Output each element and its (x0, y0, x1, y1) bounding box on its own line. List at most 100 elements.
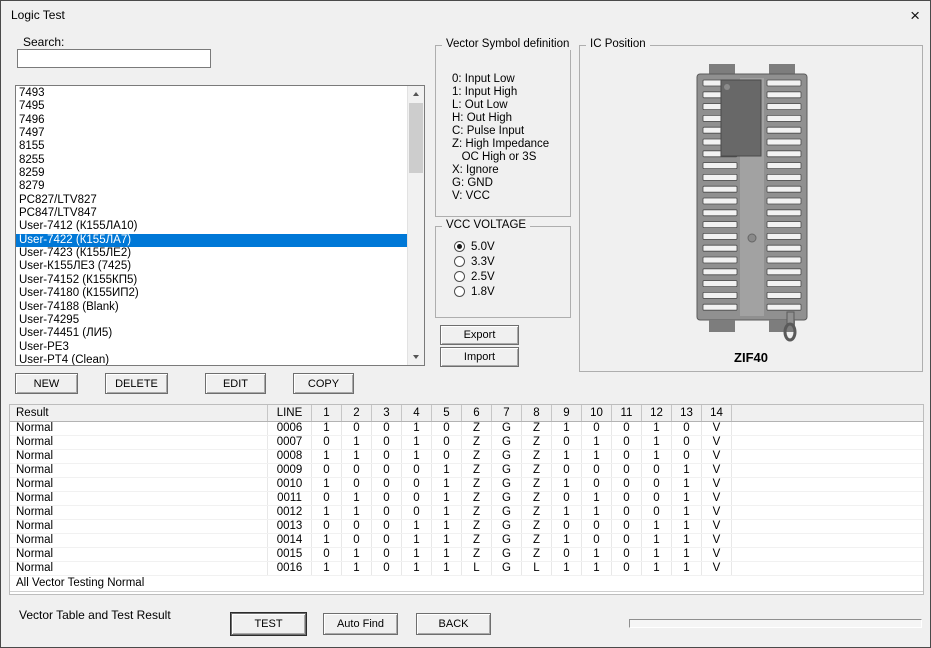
export-button[interactable]: Export (440, 325, 519, 345)
delete-button[interactable]: DELETE (105, 373, 168, 394)
table-row[interactable]: Normal000900001ZGZ00001V (10, 464, 923, 478)
import-button[interactable]: Import (440, 347, 519, 367)
list-item[interactable]: User-74188 (Blank) (16, 301, 408, 314)
pin-cell: Z (462, 436, 492, 449)
pin-cell: 1 (312, 506, 342, 519)
table-row[interactable]: Normal000811010ZGZ11010V (10, 450, 923, 464)
table-header-cell[interactable]: Result (10, 405, 268, 421)
table-header-cell[interactable]: 2 (342, 405, 372, 421)
list-item[interactable]: User-74152 (К155КП5) (16, 274, 408, 287)
table-header-cell[interactable]: 3 (372, 405, 402, 421)
pin-cell: Z (522, 464, 552, 477)
table-row[interactable]: Normal000610010ZGZ10010V (10, 422, 923, 436)
table-header-cell[interactable]: 10 (582, 405, 612, 421)
list-item[interactable]: User-PE3 (16, 341, 408, 354)
pin-cell: 1 (672, 534, 702, 547)
pin-cell: 0 (312, 492, 342, 505)
table-row[interactable]: Normal001410011ZGZ10011V (10, 534, 923, 548)
pin-cell: 0 (312, 520, 342, 533)
table-row[interactable]: Normal001010001ZGZ10001V (10, 478, 923, 492)
vcc-option[interactable]: 1.8V (454, 284, 495, 299)
copy-button[interactable]: COPY (293, 373, 354, 394)
result-cell: Normal (10, 548, 268, 561)
list-item[interactable]: 8255 (16, 154, 408, 167)
table-header-cell[interactable]: 12 (642, 405, 672, 421)
table-header-cell[interactable]: 14 (702, 405, 732, 421)
table-header-cell[interactable]: 1 (312, 405, 342, 421)
progress-bar (629, 619, 922, 628)
search-label: Search: (23, 35, 64, 49)
list-item[interactable]: User-7422 (К155ЛА7) (16, 234, 408, 247)
scroll-down-icon[interactable] (408, 349, 424, 365)
list-item[interactable]: 7496 (16, 114, 408, 127)
list-item[interactable]: 8259 (16, 167, 408, 180)
table-row[interactable]: Normal001611011LGL11011V (10, 562, 923, 576)
pin-cell: 0 (372, 436, 402, 449)
test-button[interactable]: TEST (231, 613, 306, 635)
scrollbar-thumb[interactable] (409, 103, 423, 173)
pin-cell: 0 (372, 562, 402, 575)
table-row[interactable]: Normal000701010ZGZ01010V (10, 436, 923, 450)
table-row[interactable]: Normal001101001ZGZ01001V (10, 492, 923, 506)
table-header-cell[interactable]: 6 (462, 405, 492, 421)
pin-cell: 0 (372, 492, 402, 505)
auto-find-button[interactable]: Auto Find (323, 613, 398, 635)
pin-cell: 1 (342, 450, 372, 463)
table-row[interactable]: Normal001211001ZGZ11001V (10, 506, 923, 520)
table-row[interactable]: Normal001501011ZGZ01011V (10, 548, 923, 562)
list-item[interactable]: 8279 (16, 180, 408, 193)
pin-cell: Z (522, 520, 552, 533)
pin-cell: 0 (612, 506, 642, 519)
table-header-cell[interactable]: 13 (672, 405, 702, 421)
ic-position-title: IC Position (586, 38, 650, 50)
pin-cell: 0 (642, 464, 672, 477)
edit-button[interactable]: EDIT (205, 373, 266, 394)
table-header-cell[interactable]: 4 (402, 405, 432, 421)
list-scrollbar[interactable] (407, 86, 424, 365)
pin-cell: 1 (432, 478, 462, 491)
table-row[interactable]: Normal001300011ZGZ00011V (10, 520, 923, 534)
back-button[interactable]: BACK (416, 613, 491, 635)
table-header-cell[interactable]: 5 (432, 405, 462, 421)
list-item[interactable]: User-К155ЛЕ3 (7425) (16, 260, 408, 273)
list-item[interactable]: 7493 (16, 87, 408, 100)
close-icon[interactable]: × (892, 7, 920, 24)
list-item[interactable]: User-PT4 (Clean) (16, 354, 408, 365)
search-input[interactable] (17, 49, 211, 68)
ic-chip-graphic (721, 80, 761, 156)
pin-cell: 0 (582, 464, 612, 477)
pin-cell: 0 (402, 464, 432, 477)
table-header-cell[interactable]: LINE (268, 405, 312, 421)
chip-listbox[interactable]: 74937495749674978155825582598279PC827/LT… (15, 85, 425, 366)
table-header-cell[interactable]: 9 (552, 405, 582, 421)
vcc-option[interactable]: 3.3V (454, 254, 495, 269)
pin-cell: Z (462, 506, 492, 519)
vcc-option[interactable]: 5.0V (454, 239, 495, 254)
result-cell: Normal (10, 520, 268, 533)
pin-cell: V (702, 436, 732, 449)
new-button[interactable]: NEW (15, 373, 78, 394)
list-item[interactable]: 7497 (16, 127, 408, 140)
list-item[interactable]: User-74180 (К155ИП2) (16, 287, 408, 300)
pin-cell: L (522, 562, 552, 575)
list-item[interactable]: 7495 (16, 100, 408, 113)
result-cell: Normal (10, 464, 268, 477)
list-item[interactable]: User-7423 (К155ЛЕ2) (16, 247, 408, 260)
table-header-cell[interactable]: 8 (522, 405, 552, 421)
list-item[interactable]: PC827/LTV827 (16, 194, 408, 207)
table-header-cell[interactable]: 7 (492, 405, 522, 421)
pin-cell: V (702, 450, 732, 463)
list-item[interactable]: PC847/LTV847 (16, 207, 408, 220)
pin-cell: 0 (372, 450, 402, 463)
pin-cell: 0 (312, 548, 342, 561)
pin-cell: G (492, 520, 522, 533)
vcc-option[interactable]: 2.5V (454, 269, 495, 284)
list-item[interactable]: User-7412 (К155ЛА10) (16, 220, 408, 233)
table-header-cell[interactable]: 11 (612, 405, 642, 421)
list-item[interactable]: 8155 (16, 140, 408, 153)
pin-cell: 1 (402, 562, 432, 575)
pin-cell: G (492, 506, 522, 519)
list-item[interactable]: User-74295 (16, 314, 408, 327)
scroll-up-icon[interactable] (408, 86, 424, 102)
list-item[interactable]: User-74451 (ЛИ5) (16, 327, 408, 340)
